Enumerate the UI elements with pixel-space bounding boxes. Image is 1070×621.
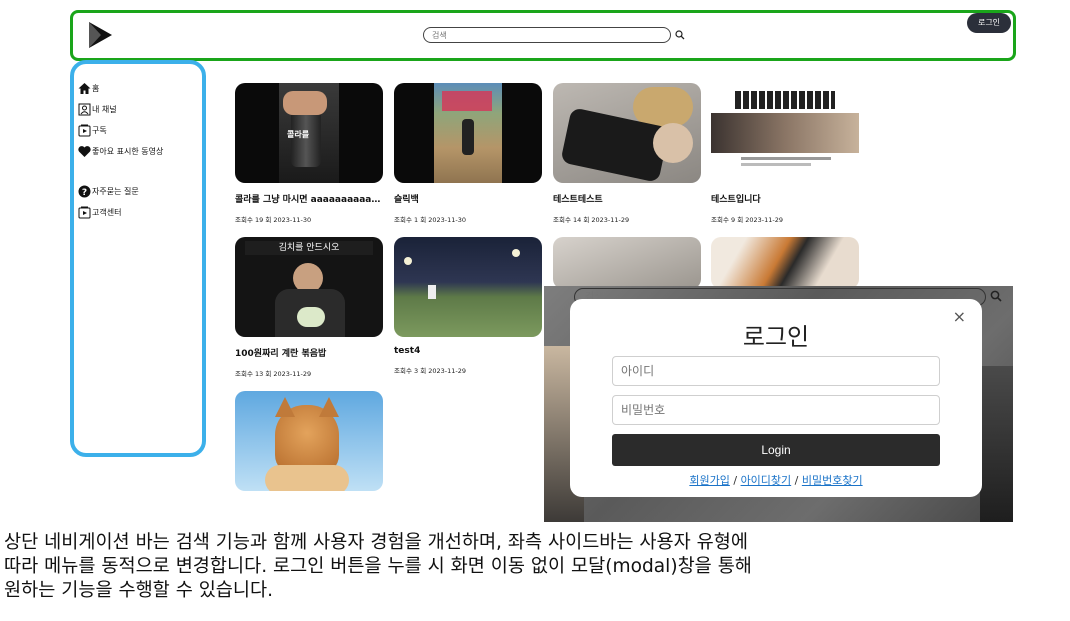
video-card[interactable] [553, 237, 701, 289]
username-input[interactable] [612, 356, 940, 386]
video-card[interactable]: 테스트입니다 조회수 9 회 2023-11-29 [711, 83, 859, 224]
video-card[interactable]: 김치를 안드시오 100원짜리 계란 볶음밥 조회수 13 회 2023-11-… [235, 237, 383, 378]
video-card[interactable]: test4 조회수 3 회 2023-11-29 [394, 237, 542, 375]
search-bar [423, 27, 685, 45]
video-thumbnail[interactable]: 콜라를 [235, 83, 383, 183]
search-icon[interactable] [990, 289, 1002, 303]
sidebar-item-label: 내 채널 [92, 104, 117, 114]
sidebar: 홈 내 채널 구독 좋아요 표시한 동영상 ? 자주묻는 질문 고객센터 [70, 60, 206, 457]
login-submit-button[interactable]: Login [612, 434, 940, 466]
sidebar-item-liked-videos[interactable]: 좋아요 표시한 동영상 [78, 144, 163, 158]
login-button[interactable]: 로그인 [967, 13, 1011, 33]
video-thumbnail[interactable] [394, 237, 542, 337]
password-input[interactable] [612, 395, 940, 425]
svg-text:?: ? [82, 188, 87, 198]
description-caption: 상단 네비게이션 바는 검색 기능과 함께 사용자 경험을 개선하며, 좌측 사… [4, 531, 1066, 603]
subscribe-icon [78, 124, 91, 137]
play-logo-icon[interactable] [87, 21, 113, 49]
video-meta: 조회수 14 회 2023-11-29 [553, 216, 630, 224]
channel-icon [78, 103, 91, 116]
video-title[interactable]: 슬릭백 [394, 192, 544, 205]
sidebar-item-label: 자주묻는 질문 [92, 186, 139, 196]
caption-line: 따라 메뉴를 동적으로 변경합니다. 로그인 버튼을 누를 시 화면 이동 없이… [4, 556, 752, 577]
video-card[interactable]: 콜라를 콜라를 그냥 마시면 aaaaaaaaaaaaaaa 조회수 19 회 … [235, 83, 385, 224]
video-title[interactable]: 테스트입니다 [711, 192, 861, 205]
login-modal: × 로그인 Login 회원가입 / 아이디찾기 / 비밀번호찾기 [570, 299, 982, 497]
video-title[interactable]: test4 [394, 346, 544, 356]
video-meta: 조회수 1 회 2023-11-30 [394, 216, 467, 224]
sidebar-item-support[interactable]: 고객센터 [78, 205, 121, 219]
video-thumbnail[interactable] [553, 237, 701, 289]
sidebar-item-label: 홈 [92, 83, 100, 93]
question-icon: ? [78, 185, 91, 198]
caption-line: 원하는 기능을 수행할 수 있습니다. [4, 580, 274, 601]
sidebar-item-faq[interactable]: ? 자주묻는 질문 [78, 184, 139, 198]
video-meta: 조회수 13 회 2023-11-29 [235, 370, 312, 378]
search-input[interactable] [423, 27, 671, 43]
search-icon[interactable] [675, 29, 685, 41]
background-thumbnail [980, 366, 1013, 522]
video-thumbnail[interactable] [711, 237, 859, 289]
video-meta: 조회수 9 회 2023-11-29 [711, 216, 784, 224]
top-navigation-bar: 로그인 [70, 10, 1016, 61]
video-card[interactable] [711, 237, 859, 289]
video-card[interactable] [235, 391, 383, 491]
heart-icon [78, 145, 91, 158]
sidebar-item-my-channel[interactable]: 내 채널 [78, 102, 117, 116]
video-meta: 조회수 3 회 2023-11-29 [394, 367, 467, 375]
video-thumbnail[interactable] [394, 83, 542, 183]
signup-link[interactable]: 회원가입 [689, 474, 729, 487]
modal-title: 로그인 [742, 323, 810, 351]
video-thumbnail[interactable] [553, 83, 701, 183]
link-separator: / [791, 474, 802, 487]
link-separator: / [729, 474, 741, 487]
sidebar-item-label: 좋아요 표시한 동영상 [92, 146, 164, 156]
video-title[interactable]: 테스트테스트 [553, 192, 703, 205]
thumbnail-caption: 김치를 안드시오 [245, 241, 373, 255]
video-thumbnail[interactable] [235, 391, 383, 491]
thumbnail-caption: 콜라를 [287, 130, 310, 139]
sidebar-item-subscriptions[interactable]: 구독 [78, 123, 107, 137]
caption-line: 상단 네비게이션 바는 검색 기능과 함께 사용자 경험을 개선하며, 좌측 사… [4, 532, 748, 553]
find-id-link[interactable]: 아이디찾기 [741, 474, 792, 487]
sidebar-item-label: 고객센터 [92, 207, 122, 217]
support-icon [78, 206, 91, 219]
video-thumbnail[interactable]: 김치를 안드시오 [235, 237, 383, 337]
find-password-link[interactable]: 비밀번호찾기 [802, 474, 863, 487]
video-meta: 조회수 19 회 2023-11-30 [235, 216, 312, 224]
modal-links: 회원가입 / 아이디찾기 / 비밀번호찾기 [570, 472, 982, 488]
video-card[interactable]: 테스트테스트 조회수 14 회 2023-11-29 [553, 83, 701, 224]
sidebar-item-home[interactable]: 홈 [78, 81, 99, 95]
video-card[interactable]: 슬릭백 조회수 1 회 2023-11-30 [394, 83, 542, 224]
video-thumbnail[interactable] [711, 83, 859, 183]
video-title[interactable]: 100원짜리 계란 볶음밥 [235, 346, 385, 359]
video-title[interactable]: 콜라를 그냥 마시면 aaaaaaaaaaaaaaa [235, 192, 385, 205]
home-icon [78, 82, 91, 95]
login-modal-screenshot: × 로그인 Login 회원가입 / 아이디찾기 / 비밀번호찾기 [544, 286, 1013, 522]
sidebar-item-label: 구독 [92, 125, 107, 135]
